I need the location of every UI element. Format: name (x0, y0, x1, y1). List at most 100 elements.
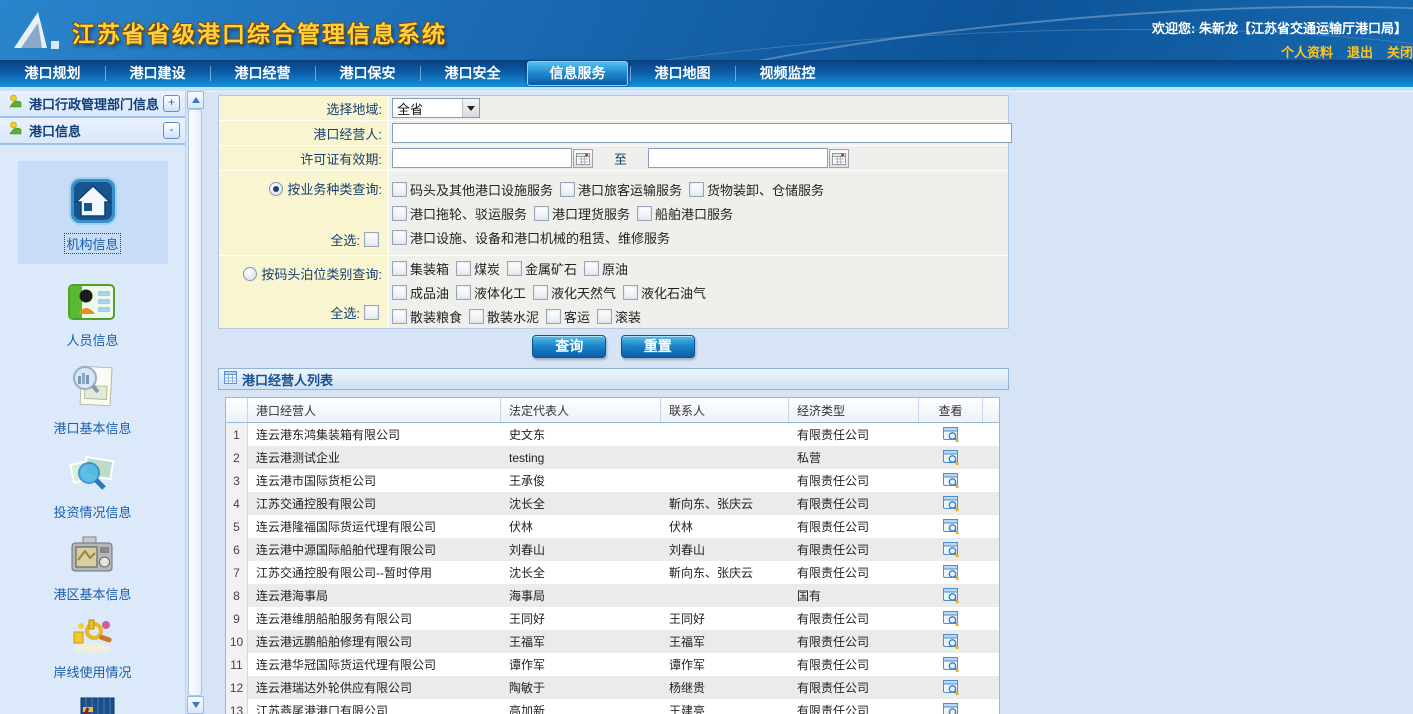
logout-link[interactable]: 退出 (1347, 45, 1373, 60)
sidebar-item-port-basic-info[interactable]: 港口基本信息 (53, 364, 131, 437)
tab-port-planning[interactable]: 港口规划 (0, 60, 105, 87)
sidebar-scrollbar[interactable] (185, 91, 203, 714)
tab-port-construction[interactable]: 港口建设 (105, 60, 210, 87)
license-start-input[interactable] (392, 148, 572, 168)
scroll-up-button[interactable] (187, 91, 204, 109)
tab-port-safety[interactable]: 港口安全 (420, 60, 525, 87)
business-option[interactable]: 港口旅客运输服务 (560, 180, 682, 199)
checkbox[interactable] (392, 182, 407, 197)
scrollbar-thumb[interactable] (188, 109, 202, 696)
sidebar-item-org-info[interactable]: 机构信息 (18, 161, 168, 264)
tab-port-security[interactable]: 港口保安 (315, 60, 420, 87)
tab-information-service[interactable]: 信息服务 (527, 61, 628, 86)
business-option[interactable]: 码头及其他港口设施服务 (392, 180, 553, 199)
tab-port-map[interactable]: 港口地图 (630, 60, 735, 87)
business-type-radio-row[interactable]: 按业务种类查询: (269, 179, 382, 198)
query-button[interactable]: 查询 (532, 335, 606, 358)
checkbox[interactable] (392, 230, 407, 245)
sidebar-item-shoreline-usage[interactable]: 岸线使用情况 (53, 618, 131, 681)
checkbox[interactable] (456, 285, 471, 300)
berth-type-radio-row[interactable]: 按码头泊位类别查询: (243, 264, 382, 283)
berth-option[interactable]: 散装水泥 (469, 307, 539, 326)
profile-link[interactable]: 个人资料 (1281, 45, 1333, 60)
checkbox-label: 原油 (602, 259, 628, 278)
business-option[interactable]: 港口拖轮、驳运服务 (392, 204, 527, 223)
business-option-line: 港口拖轮、驳运服务港口理货服务船舶港口服务 (392, 202, 740, 225)
berth-option[interactable]: 液化石油气 (623, 283, 706, 302)
checkbox[interactable] (560, 182, 575, 197)
checkbox[interactable] (469, 309, 484, 324)
triangle-up-icon (192, 97, 200, 103)
sidebar-item-investment-info[interactable]: 投资情况信息 (53, 452, 131, 521)
view-record-button[interactable] (919, 703, 983, 714)
view-record-button[interactable] (919, 450, 983, 466)
scroll-down-button[interactable] (187, 696, 204, 714)
view-record-button[interactable] (919, 565, 983, 581)
business-select-all-checkbox[interactable] (364, 232, 379, 247)
sidebar-item-person-info[interactable]: 人员信息 (66, 282, 118, 349)
checkbox-label: 液化天然气 (551, 283, 616, 302)
checkbox[interactable] (637, 206, 652, 221)
checkbox[interactable] (392, 261, 407, 276)
sidebar-item-port-area-info[interactable]: 港区基本信息 (53, 536, 131, 603)
view-record-button[interactable] (919, 680, 983, 696)
berth-option[interactable]: 液化天然气 (533, 283, 616, 302)
contact-cell: 王建亮 (661, 702, 789, 714)
view-record-button[interactable] (919, 427, 983, 443)
business-type-radio[interactable] (269, 182, 283, 196)
calendar-icon[interactable] (829, 149, 849, 168)
close-link[interactable]: 关闭 (1387, 45, 1413, 60)
collapse-icon[interactable]: - (163, 122, 180, 139)
berth-option[interactable]: 液体化工 (456, 283, 526, 302)
business-option[interactable]: 船舶港口服务 (637, 204, 733, 223)
checkbox[interactable] (392, 309, 407, 324)
checkbox[interactable] (534, 206, 549, 221)
section-port-info[interactable]: 港口信息- (0, 118, 185, 145)
checkbox[interactable] (623, 285, 638, 300)
berth-option[interactable]: 滚装 (597, 307, 641, 326)
calendar-icon[interactable] (573, 149, 593, 168)
berth-type-radio[interactable] (243, 267, 257, 281)
berth-option[interactable]: 客运 (546, 307, 590, 326)
checkbox[interactable] (392, 206, 407, 221)
view-record-button[interactable] (919, 519, 983, 535)
checkbox[interactable] (689, 182, 704, 197)
reset-button[interactable]: 重置 (621, 335, 695, 358)
business-select-all-row[interactable]: 全选: (330, 230, 382, 249)
view-record-button[interactable] (919, 588, 983, 604)
view-record-button[interactable] (919, 634, 983, 650)
section-port-admin-info[interactable]: 港口行政管理部门信息+ (0, 91, 185, 118)
operator-input[interactable] (392, 123, 1012, 143)
checkbox[interactable] (533, 285, 548, 300)
view-record-button[interactable] (919, 496, 983, 512)
business-option[interactable]: 港口设施、设备和港口机械的租赁、维修服务 (392, 228, 670, 247)
business-option[interactable]: 货物装卸、仓储服务 (689, 180, 824, 199)
checkbox[interactable] (456, 261, 471, 276)
berth-option[interactable]: 金属矿石 (507, 259, 577, 278)
region-select[interactable]: 全省 (392, 98, 480, 118)
checkbox[interactable] (546, 309, 561, 324)
tab-port-operation[interactable]: 港口经营 (210, 60, 315, 87)
tab-video-monitor[interactable]: 视频监控 (735, 60, 840, 87)
checkbox[interactable] (392, 285, 407, 300)
berth-option[interactable]: 原油 (584, 259, 628, 278)
checkbox[interactable] (584, 261, 599, 276)
berth-option[interactable]: 集装箱 (392, 259, 449, 278)
view-record-button[interactable] (919, 473, 983, 489)
view-record-button[interactable] (919, 657, 983, 673)
berth-select-all-row[interactable]: 全选: (330, 303, 382, 322)
legal-rep-cell: 王同好 (501, 610, 661, 627)
view-record-button[interactable] (919, 611, 983, 627)
checkbox[interactable] (597, 309, 612, 324)
view-record-button[interactable] (919, 542, 983, 558)
checkbox[interactable] (507, 261, 522, 276)
econ-type-cell: 有限责任公司 (789, 564, 919, 581)
expand-icon[interactable]: + (163, 95, 180, 112)
license-end-input[interactable] (648, 148, 828, 168)
berth-option[interactable]: 煤炭 (456, 259, 500, 278)
berth-option[interactable]: 成品油 (392, 283, 449, 302)
berth-select-all-checkbox[interactable] (364, 305, 379, 320)
berth-option[interactable]: 散装粮食 (392, 307, 462, 326)
business-option[interactable]: 港口理货服务 (534, 204, 630, 223)
sidebar-item-wharf-info[interactable]: 码头信息 (66, 696, 118, 714)
